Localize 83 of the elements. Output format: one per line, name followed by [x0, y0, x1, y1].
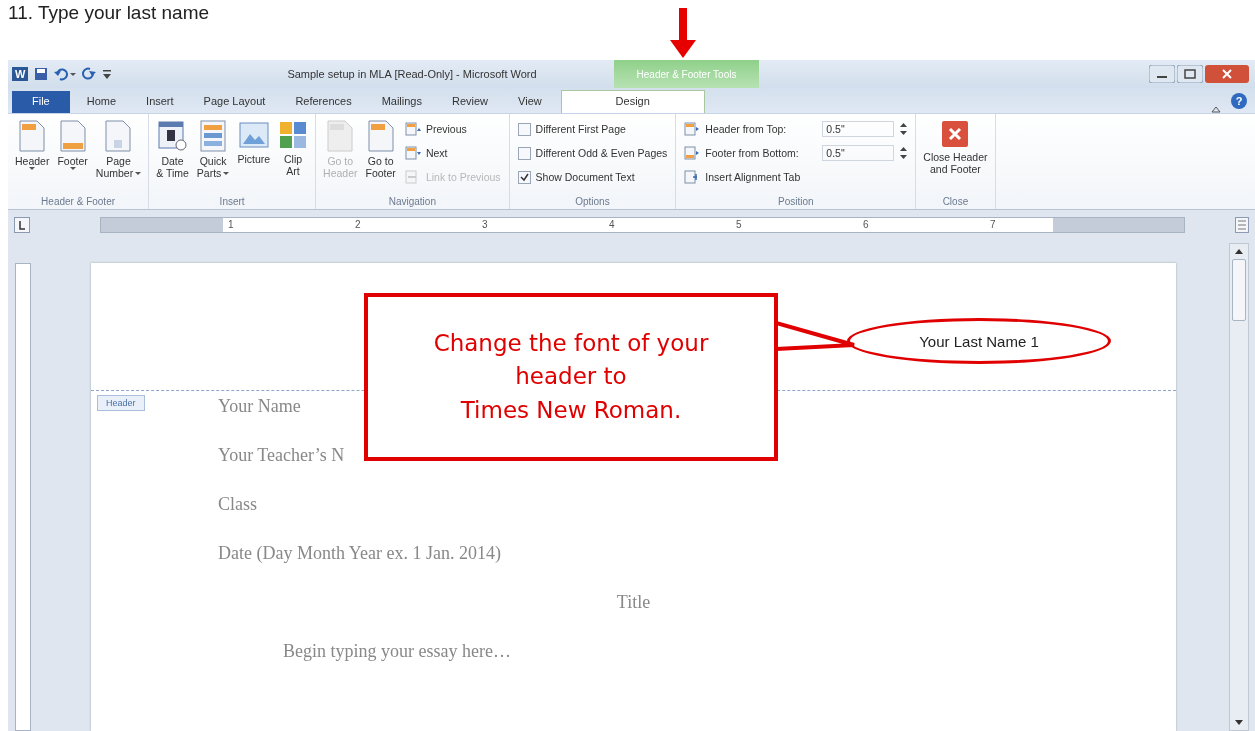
ribbon-button[interactable]: Close Header and Footer	[920, 118, 991, 196]
checkbox[interactable]	[517, 146, 531, 160]
document-text: Title	[616, 592, 651, 614]
ribbon-button[interactable]: Quick Parts	[193, 118, 233, 196]
document-text: Date (Day Month Year ex. 1 Jan. 2014)	[218, 543, 501, 565]
callout-text: Change the font of your header to Times New Roman.	[433, 329, 709, 425]
ribbon-button[interactable]: Picture	[234, 118, 274, 196]
ribbon-tab[interactable]: References	[282, 91, 365, 113]
ribbon-button[interactable]: Date & Time	[153, 118, 192, 196]
document-icon	[327, 120, 354, 152]
page-icon	[404, 122, 421, 136]
margin-icon	[684, 146, 701, 160]
document-text: Your Teacher’s N	[218, 445, 345, 467]
instruction-text: 11. Type your last name	[8, 2, 210, 24]
header-text[interactable]: Your Last Name 1	[919, 332, 1039, 350]
document-parts-icon	[200, 120, 227, 152]
group-label: Insert	[218, 196, 246, 207]
save-icon[interactable]	[34, 67, 49, 81]
checkbox-label: Show Document Text	[535, 171, 635, 183]
undo-icon[interactable]	[54, 67, 77, 81]
restore-icon[interactable]	[1177, 65, 1203, 83]
header-tag: Header	[97, 395, 145, 411]
clipart-icon	[278, 120, 309, 150]
calendar-icon	[157, 120, 188, 152]
ribbon-tab[interactable]: Insert	[133, 91, 187, 113]
view-ruler-icon[interactable]	[1235, 217, 1249, 233]
checkbox[interactable]	[517, 122, 531, 136]
ribbon-button[interactable]: Header	[12, 118, 53, 196]
tab-selector-icon[interactable]	[14, 217, 30, 233]
close-icon	[941, 120, 970, 148]
ribbon-tab[interactable]: Page Layout	[190, 91, 279, 113]
scroll-up-icon[interactable]	[1234, 247, 1244, 255]
ribbon-button[interactable]: Clip Art	[275, 118, 312, 196]
app-logo[interactable]: W	[12, 67, 29, 81]
document-text: Your Name	[218, 396, 301, 418]
document-icon	[59, 120, 86, 152]
ribbon-button[interactable]: Footer	[54, 118, 91, 196]
horizontal-ruler: 1 2 3 4 5 6 7	[100, 217, 1186, 233]
close-icon[interactable]	[1205, 65, 1249, 83]
file-tab[interactable]: File	[12, 91, 70, 113]
ribbon-tab[interactable]: View	[505, 91, 555, 113]
contextual-tab-group: Header & Footer Tools	[614, 60, 759, 88]
document-icon	[19, 120, 46, 152]
redo-icon[interactable]	[82, 67, 97, 81]
picture-icon	[238, 120, 269, 150]
spinner-arrows-icon[interactable]	[900, 122, 908, 136]
ribbon-tab[interactable]: Design	[560, 90, 705, 113]
spinner-label: Header from Top:	[705, 123, 788, 135]
customize-icon[interactable]	[102, 68, 113, 80]
document-text: Class	[218, 494, 257, 516]
spinner-field[interactable]: 0.5"	[822, 121, 895, 137]
ribbon-button[interactable]: Insert Alignment Tab	[684, 168, 908, 186]
minimize-icon[interactable]	[1149, 65, 1175, 83]
document-icon	[367, 120, 394, 152]
spinner-arrows-icon[interactable]	[900, 146, 908, 160]
ribbon-button[interactable]: Next	[404, 144, 501, 162]
ribbon-button[interactable]: Go to Footer	[362, 118, 399, 196]
window-title: Sample setup in MLA [Read-Only] - Microsoft Word	[286, 68, 538, 80]
group-label: Position	[777, 196, 815, 207]
spinner-label: Footer from Bottom:	[705, 147, 800, 159]
scrollbar[interactable]	[1229, 243, 1249, 731]
group-label: Options	[574, 196, 611, 207]
down-arrow	[670, 8, 696, 58]
scroll-thumb[interactable]	[1232, 259, 1246, 321]
checkbox-label: Different Odd & Even Pages	[535, 147, 668, 159]
ribbon-tab[interactable]: Home	[73, 91, 130, 113]
document-text: Begin typing your essay here…	[282, 641, 511, 663]
group-label: Close	[941, 196, 970, 207]
checkbox-label: Different First Page	[535, 123, 626, 135]
collapse-ribbon-icon[interactable]	[1211, 105, 1221, 113]
checkbox[interactable]	[517, 170, 531, 184]
group-label: Header & Footer	[40, 196, 117, 207]
spinner-field[interactable]: 0.5"	[822, 145, 895, 161]
document-icon	[105, 120, 132, 152]
ribbon-tab[interactable]: Mailings	[368, 91, 435, 113]
ribbon-tab[interactable]: Review	[439, 91, 502, 113]
help-button[interactable]: ?	[1231, 93, 1247, 109]
page-icon	[404, 146, 421, 160]
group-label: Navigation	[387, 196, 437, 207]
ribbon-button[interactable]: Previous	[404, 120, 501, 138]
ribbon-button[interactable]: Page Number	[92, 118, 145, 196]
scroll-down-icon[interactable]	[1234, 719, 1244, 727]
margin-icon	[684, 122, 701, 136]
